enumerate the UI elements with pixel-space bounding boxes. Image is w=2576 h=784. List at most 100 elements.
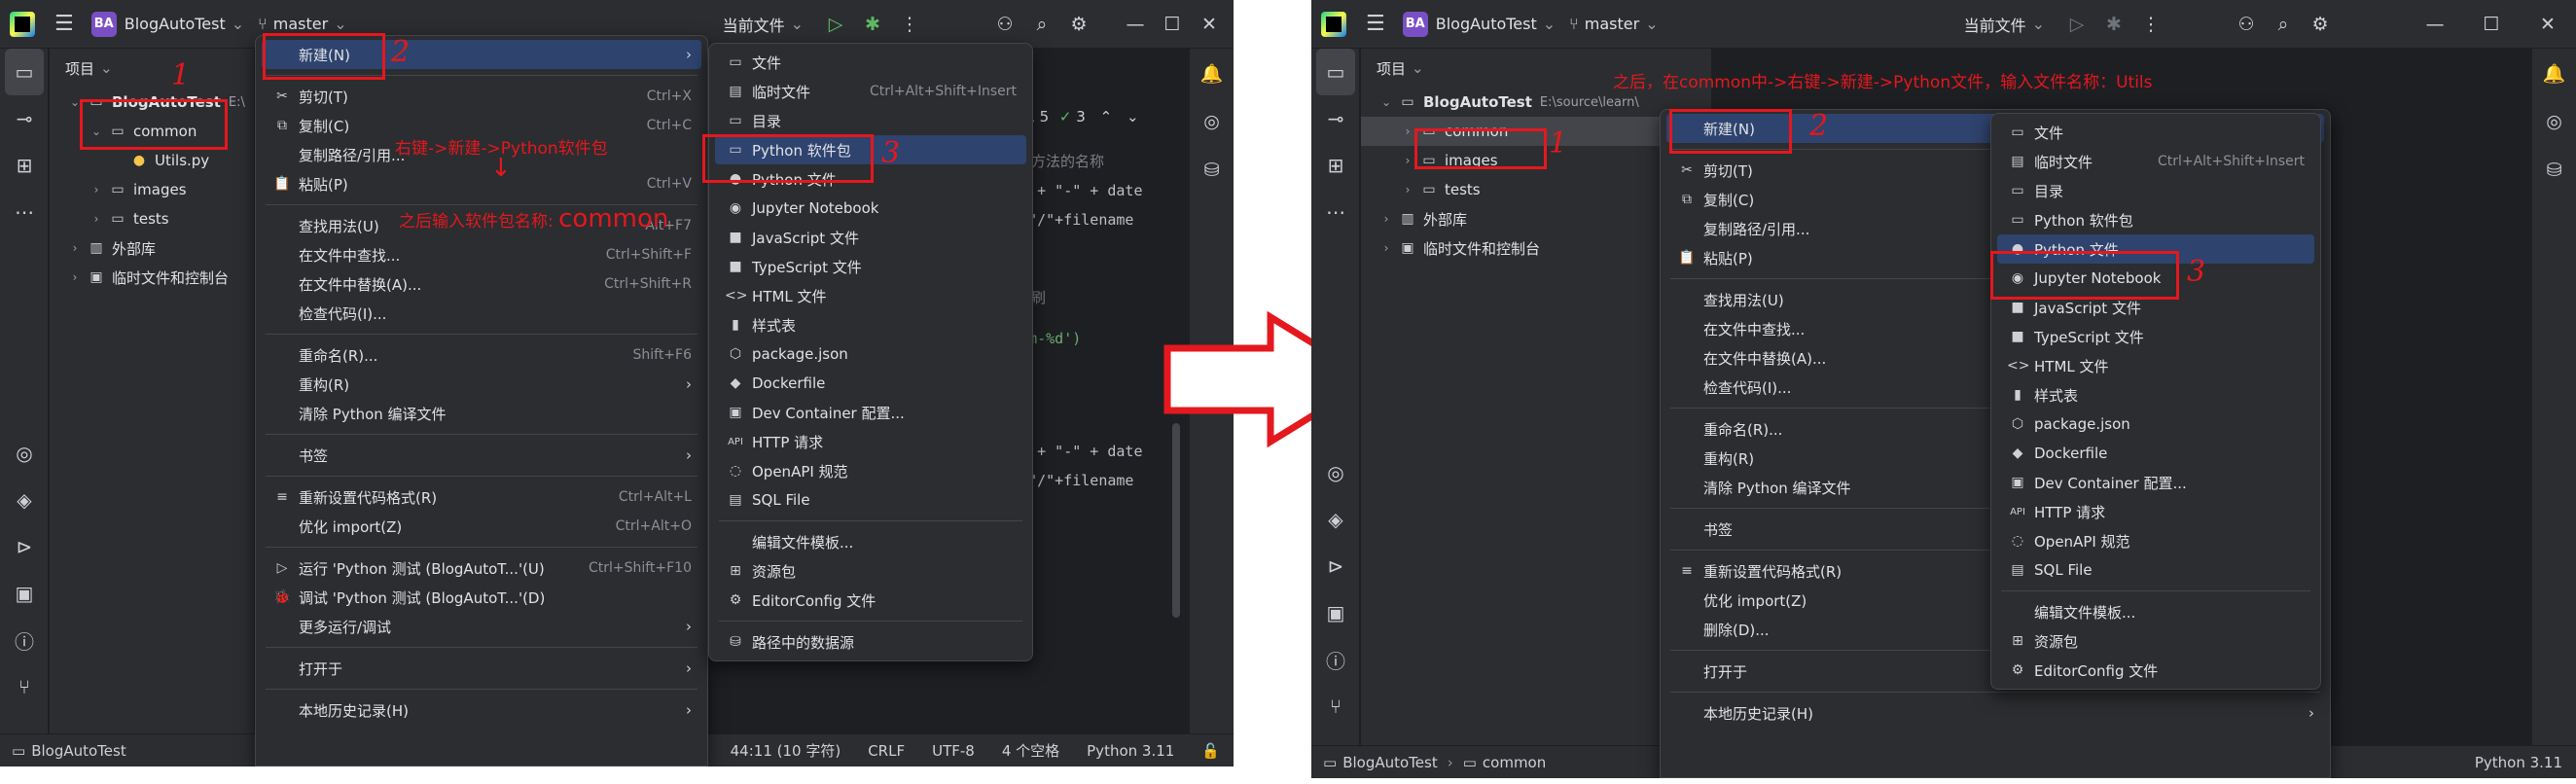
menu-item-package-json[interactable]: ⬡ package.json (1997, 410, 2314, 439)
menu-item-item[interactable]: 更多运行/调试 › (262, 612, 701, 641)
menu-item-r[interactable]: ≡ 重新设置代码格式(R) Ctrl+Alt+L (262, 482, 701, 512)
run-icon[interactable]: ▷ (817, 14, 854, 35)
menu-item-python-blogautot-u[interactable]: ▷ 运行 'Python 测试 (BlogAutoT...'(U) Ctrl+Shi… (262, 553, 701, 583)
menu-item-item[interactable]: ▭ 文件 (1997, 118, 2314, 147)
menu-item-typescript[interactable]: ■ TypeScript 文件 (715, 252, 1026, 281)
status-line-separator[interactable]: CRLF (868, 742, 905, 760)
tree-item[interactable]: › ▥ 外部库 (1361, 204, 1711, 233)
search-icon[interactable]: ⌕ (1023, 14, 1060, 35)
lock-icon[interactable]: 🔓 (1201, 742, 1220, 760)
chevron-right-icon[interactable]: › (1378, 212, 1394, 226)
menu-item-dev-container[interactable]: ▣ Dev Container 配置... (715, 398, 1026, 427)
chevron-right-icon[interactable]: › (89, 183, 104, 196)
terminal-icon[interactable]: ▣ (1311, 589, 1360, 636)
menu-item-sql-file[interactable]: ▤ SQL File (715, 485, 1026, 515)
commit-tool-icon[interactable]: ⊸ (1311, 95, 1360, 142)
menu-item-item[interactable]: ▭ 目录 (1997, 176, 2314, 205)
menu-item-item[interactable]: 书签 › (262, 441, 701, 470)
status-project[interactable]: BlogAutoTest (1342, 754, 1438, 771)
project-tool-icon[interactable]: ▭ (1316, 49, 1355, 95)
debug-icon[interactable]: ✱ (854, 14, 891, 35)
run-config-selector[interactable]: 当前文件 ⌄ (723, 13, 804, 36)
chevron-right-icon[interactable]: › (1400, 125, 1415, 138)
layers-icon[interactable]: ◈ (0, 477, 49, 523)
status-position[interactable]: 44:11 (10 字符) (731, 740, 841, 761)
menu-item-sql-file[interactable]: ▤ SQL File (1997, 555, 2314, 585)
git-icon[interactable]: ⑂ (0, 663, 49, 710)
status-encoding[interactable]: UTF-8 (932, 742, 975, 760)
menu-item-r[interactable]: 重构(R) › (262, 370, 701, 399)
python-console-icon[interactable]: ◎ (0, 430, 49, 477)
branch-switcher[interactable]: ⑂ master ⌄ (258, 15, 346, 33)
ai-assistant-icon[interactable]: ◎ (1190, 97, 1234, 146)
maximize-icon[interactable]: ☐ (1154, 14, 1191, 35)
minimize-icon[interactable]: — (1117, 14, 1154, 35)
menu-item-html[interactable]: <> HTML 文件 (715, 281, 1026, 310)
menu-item-dockerfile[interactable]: ◆ Dockerfile (715, 369, 1026, 398)
menu-item-t[interactable]: ✂ 剪切(T) Ctrl+X (262, 82, 701, 111)
menu-item-p[interactable]: 📋 粘贴(P) Ctrl+V (262, 169, 701, 198)
notifications-icon[interactable]: 🔔 (2532, 49, 2576, 97)
menu-item-item[interactable]: ⊞ 资源包 (715, 556, 1026, 586)
tree-item[interactable]: › ▣ 临时文件和控制台 (1361, 233, 1711, 263)
project-tool-icon[interactable]: ▭ (5, 49, 44, 95)
close-icon[interactable]: ✕ (2529, 14, 2566, 35)
services-icon[interactable]: ⊳ (0, 523, 49, 570)
menu-item-editorconfig[interactable]: ⚙ EditorConfig 文件 (715, 586, 1026, 615)
more-tools-icon[interactable]: ⋯ (1311, 189, 1360, 235)
menu-item-package-json[interactable]: ⬡ package.json (715, 339, 1026, 369)
menu-item-python[interactable]: ▭ Python 软件包 (1997, 205, 2314, 234)
database-icon[interactable]: ⛁ (1190, 146, 1234, 195)
terminal-icon[interactable]: ▣ (0, 570, 49, 617)
menu-item-item[interactable]: ▭ 目录 (715, 106, 1026, 135)
add-user-icon[interactable]: ⚇ (986, 14, 1023, 35)
python-console-icon[interactable]: ◎ (1311, 449, 1360, 496)
status-indent[interactable]: 4 个空格 (1002, 740, 1059, 761)
chevron-right-icon[interactable]: › (1400, 154, 1415, 167)
database-icon[interactable]: ⛁ (2532, 146, 2576, 195)
status-project[interactable]: BlogAutoTest (31, 742, 126, 760)
menu-item-jupyter-notebook[interactable]: ◉ Jupyter Notebook (715, 194, 1026, 223)
tree-item[interactable]: › ▣ 临时文件和控制台 (50, 263, 254, 292)
chevron-down-icon[interactable]: ⌄ (1378, 95, 1394, 109)
menu-item-item[interactable]: ▮ 样式表 (1997, 380, 2314, 410)
menu-item-dev-container[interactable]: ▣ Dev Container 配置... (1997, 468, 2314, 497)
problems-icon[interactable]: ⓘ (1311, 636, 1360, 683)
status-interpreter[interactable]: Python 3.11 (2475, 754, 2562, 771)
chevron-right-icon[interactable]: › (89, 212, 104, 226)
more-icon[interactable]: ⋮ (891, 14, 928, 35)
menu-item-item[interactable]: ▮ 样式表 (715, 310, 1026, 339)
chevron-down-icon[interactable]: ⌄ (1127, 108, 1139, 125)
branch-switcher[interactable]: ⑂ master ⌄ (1569, 15, 1658, 33)
main-menu-icon[interactable]: ☰ (54, 12, 74, 36)
chevron-right-icon[interactable]: › (1378, 241, 1394, 255)
project-switcher[interactable]: BA BlogAutoTest ⌄ (90, 11, 244, 37)
settings-icon[interactable]: ⚙ (1060, 14, 1097, 35)
ai-assistant-icon[interactable]: ◎ (2532, 97, 2576, 146)
status-interpreter[interactable]: Python 3.11 (1087, 742, 1174, 760)
menu-item-h[interactable]: 本地历史记录(H) › (1666, 698, 2324, 728)
services-icon[interactable]: ⊳ (1311, 543, 1360, 589)
menu-item-python-blogautot-d[interactable]: 🐞 调试 'Python 测试 (BlogAutoT...'(D) (262, 583, 701, 612)
menu-item-javascript[interactable]: ■ JavaScript 文件 (715, 223, 1026, 252)
menu-item-item[interactable]: ⊞ 资源包 (1997, 626, 2314, 656)
menu-item-dockerfile[interactable]: ◆ Dockerfile (1997, 439, 2314, 468)
menu-item-openapi[interactable]: ◌ OpenAPI 规范 (1997, 526, 2314, 555)
status-folder[interactable]: common (1483, 754, 1546, 771)
tree-item[interactable]: › ▥ 外部库 (50, 233, 254, 263)
layers-icon[interactable]: ◈ (1311, 496, 1360, 543)
main-menu-icon[interactable]: ☰ (1366, 12, 1385, 36)
chevron-up-icon[interactable]: ⌃ (1100, 108, 1113, 125)
chevron-right-icon[interactable]: › (1400, 183, 1415, 196)
menu-item-r[interactable]: 重命名(R)... Shift+F6 (262, 340, 701, 370)
menu-item-item[interactable]: ⛁ 路径中的数据源 (715, 627, 1026, 657)
maximize-icon[interactable]: ☐ (2473, 14, 2510, 35)
search-icon[interactable]: ⌕ (2265, 14, 2302, 35)
menu-item-i[interactable]: 检查代码(I)... (262, 299, 701, 328)
problems-icon[interactable]: ⓘ (0, 617, 49, 663)
debug-icon[interactable]: ✱ (2095, 14, 2132, 35)
tree-item[interactable]: › ▭ tests (1361, 175, 1711, 204)
menu-item-item[interactable]: 在文件中查找... Ctrl+Shift+F (262, 240, 701, 269)
close-icon[interactable]: ✕ (1191, 14, 1228, 35)
menu-item-editorconfig[interactable]: ⚙ EditorConfig 文件 (1997, 656, 2314, 685)
